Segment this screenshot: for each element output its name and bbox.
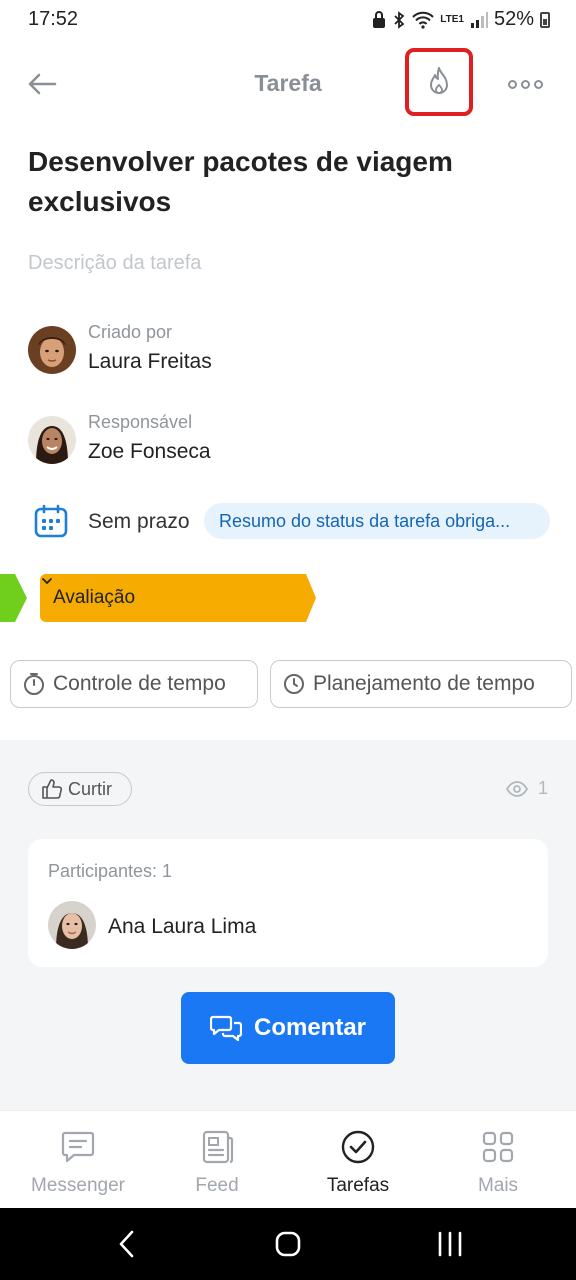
views-counter: 1: [505, 778, 548, 799]
status-bar: 17:52 LTE1 52%: [0, 0, 576, 40]
creator-name: Laura Freitas: [88, 350, 212, 373]
more-dots-icon: [507, 79, 517, 89]
created-by-row[interactable]: Criado por Laura Freitas: [28, 322, 528, 382]
flame-button[interactable]: [405, 48, 473, 116]
chat-bubble-icon: [61, 1131, 95, 1163]
lock-icon: [373, 10, 386, 28]
system-home-button[interactable]: [268, 1228, 308, 1260]
more-button[interactable]: [504, 66, 546, 102]
time-tracking-button[interactable]: Controle de tempo: [10, 660, 258, 708]
system-recents-button[interactable]: [430, 1228, 470, 1260]
clock-icon: [284, 674, 304, 694]
battery-percent: 52%: [493, 8, 534, 30]
wifi-icon: [412, 11, 434, 29]
deadline-value[interactable]: Sem prazo: [88, 510, 190, 534]
chevron-left-icon: [119, 1230, 134, 1258]
bluetooth-icon: [394, 10, 405, 29]
responsible-row[interactable]: Responsável Zoe Fonseca: [28, 412, 528, 472]
top-app-bar: Tarefa: [0, 48, 576, 120]
like-label: Curtir: [68, 778, 112, 799]
status-summary-pill[interactable]: Resumo do status da tarefa obriga...: [204, 503, 550, 539]
participant-name[interactable]: Ana Laura Lima: [108, 915, 256, 939]
grid-icon: [482, 1131, 514, 1163]
time-tracking-label: Controle de tempo: [53, 672, 226, 695]
comment-button[interactable]: Comentar: [181, 992, 395, 1064]
eye-icon: [505, 780, 528, 797]
page-title: Tarefa: [254, 70, 322, 96]
check-circle-icon: [341, 1130, 375, 1164]
recents-icon: [438, 1231, 462, 1257]
nav-more[interactable]: Mais: [428, 1111, 568, 1209]
home-icon: [275, 1231, 301, 1257]
system-back-button[interactable]: [108, 1228, 148, 1260]
network-type-label: LTE1: [440, 13, 464, 25]
nav-messenger[interactable]: Messenger: [8, 1111, 148, 1209]
bottom-navigation: Messenger Feed Tarefas Mais: [0, 1110, 576, 1208]
system-navigation-bar: [0, 1208, 576, 1280]
deadline-row: Sem prazo Resumo do status da tarefa obr…: [34, 502, 554, 542]
status-icons: LTE1 52%: [372, 8, 550, 31]
nav-label: Mais: [477, 1175, 519, 1196]
time-planning-label: Planejamento de tempo: [313, 672, 535, 695]
battery-icon: [540, 11, 550, 28]
thumbs-up-icon: [42, 779, 63, 799]
nav-tasks[interactable]: Tarefas: [288, 1111, 428, 1209]
nav-label: Feed: [195, 1175, 239, 1196]
responsible-name: Zoe Fonseca: [88, 440, 211, 463]
task-title[interactable]: Desenvolver pacotes de viagem exclusivos: [28, 142, 548, 222]
avatar: [28, 326, 76, 374]
stage-label: Avaliação: [53, 587, 136, 608]
participants-label: Participantes: 1: [48, 861, 173, 881]
status-time: 17:52: [28, 8, 79, 30]
chat-bubbles-icon: [209, 1015, 242, 1042]
avatar: [28, 416, 76, 464]
flame-icon: [430, 67, 448, 94]
calendar-icon: [34, 504, 68, 538]
comment-button-label: Comentar: [253, 1014, 367, 1041]
nav-label: Tarefas: [326, 1175, 390, 1196]
stopwatch-icon: [24, 673, 44, 695]
views-count: 1: [537, 778, 548, 798]
previous-stage-marker[interactable]: [0, 574, 27, 622]
activity-section: Curtir 1 Participantes: 1 Ana Laura Lima…: [0, 740, 576, 1110]
task-description-field[interactable]: Descrição da tarefa: [28, 252, 201, 275]
stage-selector[interactable]: Avaliação: [40, 574, 316, 622]
signal-icon: [470, 11, 488, 28]
feed-icon: [202, 1130, 234, 1164]
avatar[interactable]: [48, 901, 96, 949]
responsible-label: Responsável: [88, 412, 193, 432]
nav-label: Messenger: [31, 1175, 125, 1196]
like-button[interactable]: Curtir: [28, 772, 132, 806]
more-dots-icon: [520, 79, 530, 89]
nav-feed[interactable]: Feed: [147, 1111, 287, 1209]
created-by-label: Criado por: [88, 322, 173, 342]
chevron-down-icon: [42, 578, 52, 585]
more-dots-icon: [533, 79, 543, 89]
participants-card: Participantes: 1 Ana Laura Lima: [28, 839, 548, 967]
time-planning-button[interactable]: Planejamento de tempo: [270, 660, 572, 708]
